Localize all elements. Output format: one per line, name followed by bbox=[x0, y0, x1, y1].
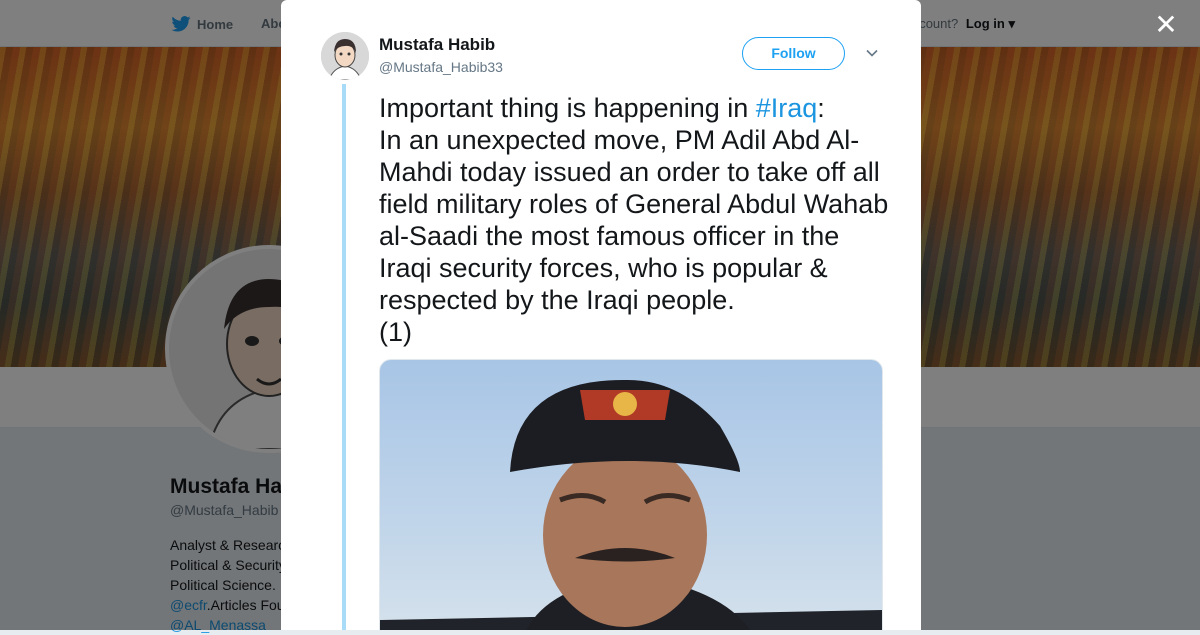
tweet-text: Important thing is happening in #Iraq: I… bbox=[379, 92, 889, 348]
photo-illustration bbox=[380, 379, 882, 630]
thread-line bbox=[342, 84, 346, 630]
tweet-text-body: : In an unexpected move, PM Adil Abd Al-… bbox=[379, 93, 889, 347]
tweet-text-prefix: Important thing is happening in bbox=[379, 93, 756, 123]
chevron-down-icon[interactable] bbox=[865, 46, 879, 60]
follow-button[interactable]: Follow bbox=[742, 37, 845, 70]
tweet-media-photo[interactable] bbox=[379, 359, 883, 630]
author-avatar-illustration bbox=[321, 32, 369, 80]
author-avatar[interactable] bbox=[321, 32, 369, 80]
author-name[interactable]: Mustafa Habib bbox=[379, 35, 495, 55]
author-handle[interactable]: @Mustafa_Habib33 bbox=[379, 59, 503, 75]
tweet-modal: Mustafa Habib @Mustafa_Habib33 Follow Im… bbox=[281, 0, 921, 630]
close-icon[interactable]: ✕ bbox=[1153, 11, 1179, 39]
hashtag-link[interactable]: #Iraq bbox=[756, 93, 818, 123]
